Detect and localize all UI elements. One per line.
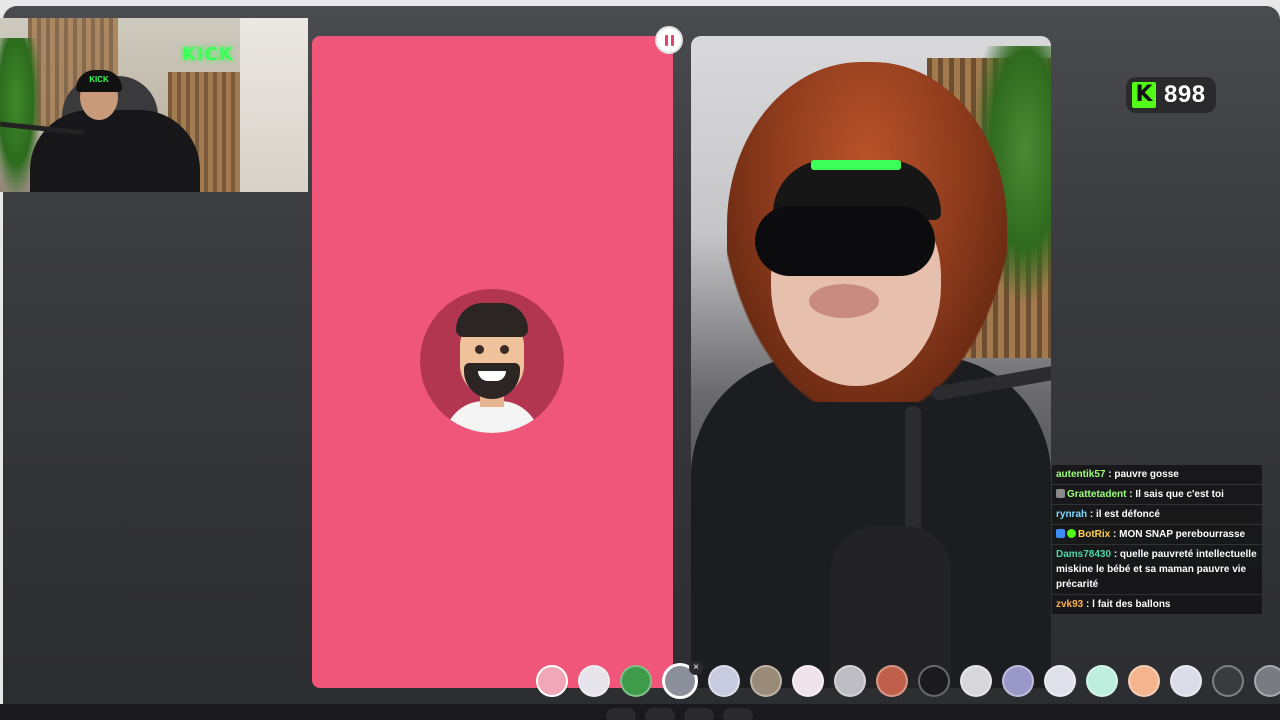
- background-door: [240, 18, 308, 192]
- streamer-webcam: KICK KICK: [0, 18, 308, 192]
- kick-logo-letter: K: [1135, 82, 1153, 107]
- kick-logo-icon: K: [1132, 82, 1156, 108]
- filter-sad[interactable]: [960, 665, 992, 697]
- avatar-hair: [456, 303, 528, 337]
- chat-username[interactable]: Grattetadent: [1067, 489, 1126, 500]
- pause-button[interactable]: [655, 26, 683, 54]
- pen-badge-icon: [1056, 489, 1065, 498]
- bot-badge-icon: [1056, 529, 1065, 538]
- bottom-bar: [0, 704, 1280, 720]
- filter-white-face[interactable]: [578, 665, 610, 697]
- chat-text: : il est défoncé: [1087, 509, 1160, 520]
- sunglasses: [755, 206, 935, 276]
- bottom-control-button[interactable]: [723, 708, 753, 720]
- filter-red-face[interactable]: [876, 665, 908, 697]
- caller-avatar: [420, 289, 564, 433]
- filter-devil[interactable]: [918, 665, 950, 697]
- chat-message: zvk93 : l fait des ballons: [1052, 595, 1262, 614]
- viewer-count: 898: [1164, 81, 1206, 108]
- kick-neon-sign: KICK: [182, 44, 234, 65]
- filter-stars[interactable]: [1170, 665, 1202, 697]
- filter-pink[interactable]: [536, 665, 568, 697]
- streamer-body: [30, 110, 200, 192]
- chat-text: : l fait des ballons: [1083, 599, 1171, 610]
- filter-robot[interactable]: [1254, 665, 1280, 697]
- filter-green-alien[interactable]: [620, 665, 652, 697]
- chat-username[interactable]: zvk93: [1056, 599, 1083, 610]
- filter-speed[interactable]: [1212, 665, 1244, 697]
- chat-text: : pauvre gosse: [1105, 469, 1179, 480]
- filter-peach[interactable]: [1128, 665, 1160, 697]
- verified-badge-icon: [1067, 529, 1076, 538]
- chat-text: : MON SNAP perebourrasse: [1110, 529, 1246, 540]
- chat-message: autentik57 : pauvre gosse: [1052, 465, 1262, 484]
- chat-username[interactable]: autentik57: [1056, 469, 1105, 480]
- viewer-count-badge: K 898: [1126, 77, 1216, 113]
- filter-grey-face[interactable]: [834, 665, 866, 697]
- filter-selected-face[interactable]: ×: [662, 661, 703, 699]
- video-feed-panel: [691, 36, 1051, 688]
- pause-icon-bar: [670, 34, 674, 46]
- caller-panel: [312, 36, 673, 688]
- filter-carousel[interactable]: ×: [535, 661, 1280, 700]
- chat-username[interactable]: rynrah: [1056, 509, 1087, 520]
- avatar-eye: [500, 345, 509, 354]
- avatar-beard: [464, 363, 520, 399]
- cap-logo: [811, 160, 901, 170]
- filter-pale-face[interactable]: [708, 665, 740, 697]
- lips: [809, 284, 879, 318]
- bottom-control-button[interactable]: [684, 708, 714, 720]
- chat-message: BotRix : MON SNAP perebourrasse: [1052, 525, 1262, 544]
- chat-message: Dams78430 : quelle pauvreté intellectuel…: [1052, 545, 1262, 594]
- bottom-control-button[interactable]: [606, 708, 636, 720]
- filter-mint[interactable]: [1086, 665, 1118, 697]
- avatar-eye: [475, 345, 484, 354]
- chat-username[interactable]: Dams78430: [1056, 549, 1111, 560]
- bottom-control-button[interactable]: [645, 708, 675, 720]
- chat-text: : Il sais que c'est toi: [1126, 489, 1224, 500]
- streamer-cap: KICK: [76, 70, 122, 92]
- filter-purple[interactable]: [1002, 665, 1034, 697]
- chat-overlay: autentik57 : pauvre gosse Grattetadent : …: [1052, 465, 1262, 614]
- filter-sparkle[interactable]: [1044, 665, 1076, 697]
- filter-bear[interactable]: [750, 665, 782, 697]
- close-icon[interactable]: ×: [689, 661, 703, 675]
- chat-message: rynrah : il est défoncé: [1052, 505, 1262, 524]
- filter-cute[interactable]: [792, 665, 824, 697]
- chat-message: Grattetadent : Il sais que c'est toi: [1052, 485, 1262, 504]
- pause-icon: [664, 34, 668, 46]
- chat-username[interactable]: BotRix: [1078, 529, 1110, 540]
